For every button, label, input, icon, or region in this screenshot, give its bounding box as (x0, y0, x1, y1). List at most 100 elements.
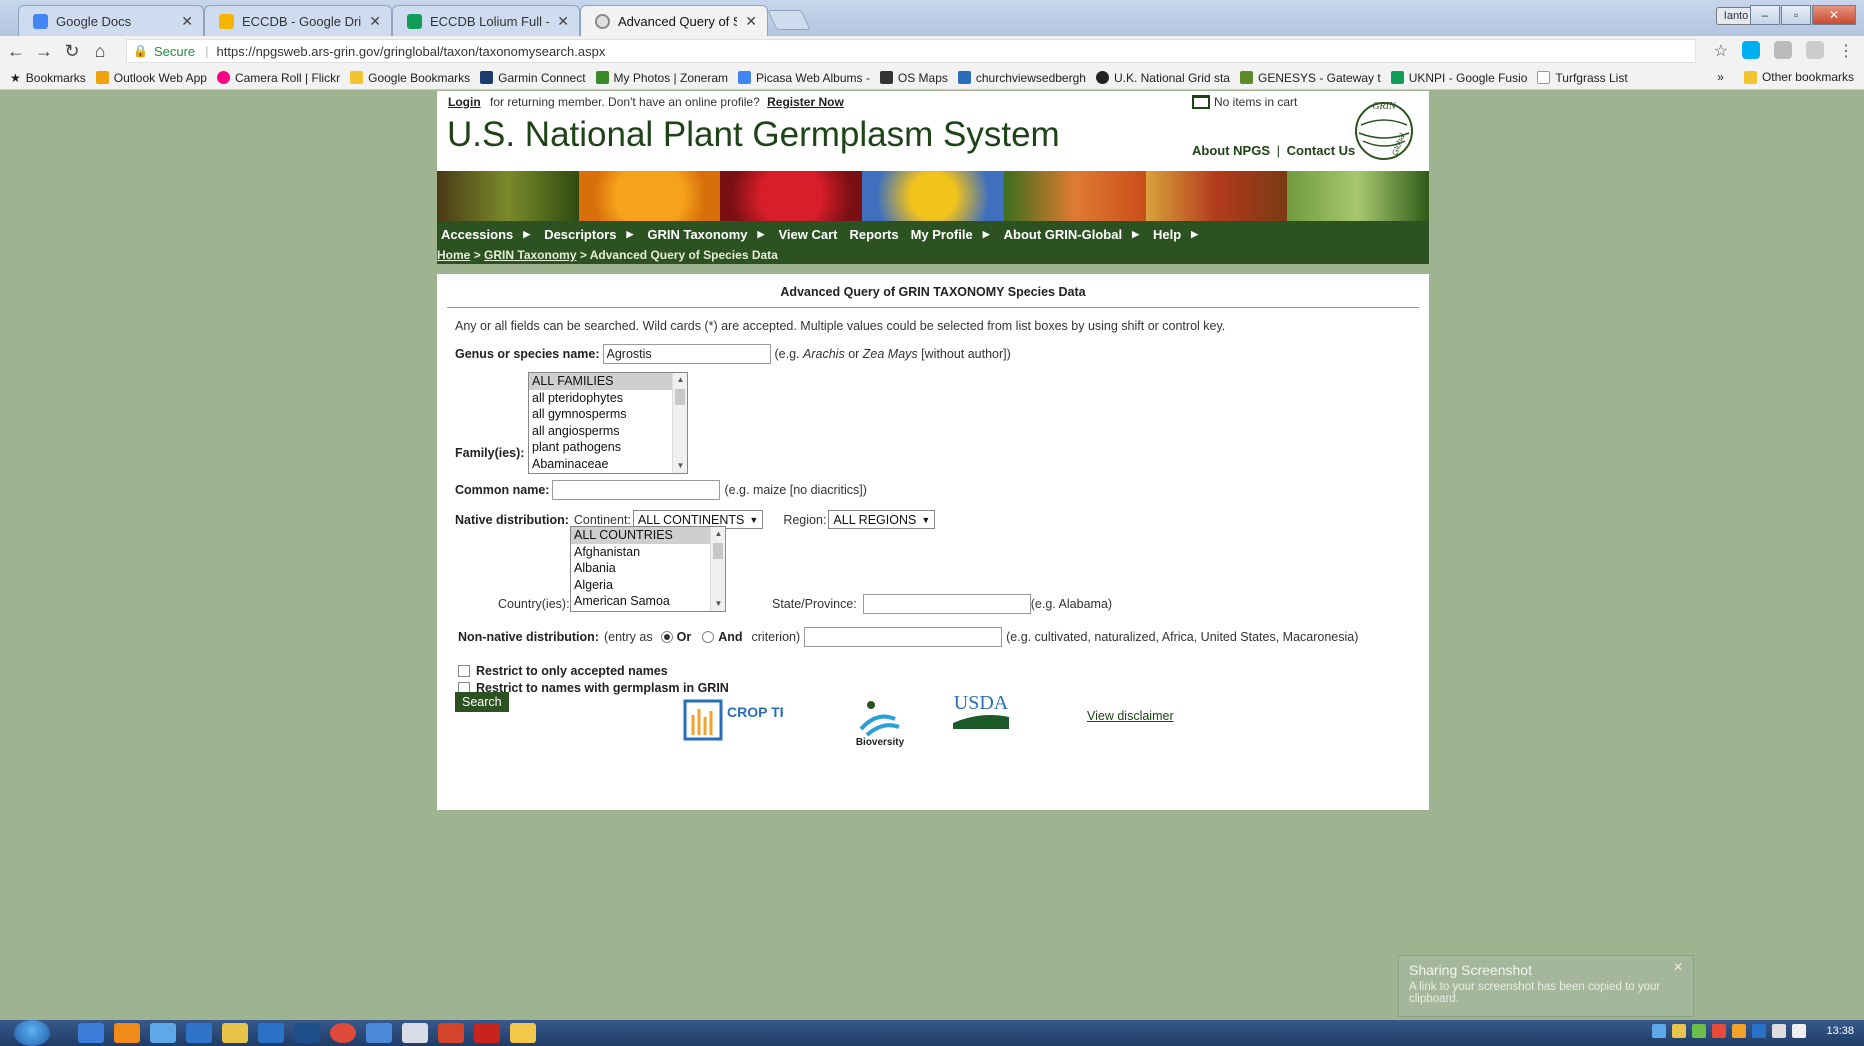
photos-icon[interactable] (150, 1023, 176, 1043)
bookmark-item[interactable]: OS Maps (879, 71, 948, 85)
chrome-icon[interactable] (330, 1023, 356, 1043)
back-icon[interactable]: ← (4, 41, 28, 62)
list-item[interactable]: Algeria (571, 577, 725, 594)
common-name-input[interactable] (552, 480, 721, 500)
nav-reports[interactable]: Reports (849, 227, 898, 242)
bookmark-item[interactable]: Outlook Web App (95, 71, 207, 85)
about-npgs-link[interactable]: About NPGS (1192, 143, 1270, 158)
tab-advanced-query[interactable]: Advanced Query of Spec ✕ (580, 5, 768, 36)
app-icon[interactable] (186, 1023, 212, 1043)
nav-accessions[interactable]: Accessions ▶ (441, 227, 530, 242)
bookmark-item[interactable]: Google Bookmarks (350, 71, 470, 85)
scrollbar[interactable]: ▲ ▼ (710, 527, 725, 611)
close-icon[interactable]: ✕ (1673, 960, 1683, 974)
bookmark-item[interactable]: Garmin Connect (480, 71, 586, 85)
tray-icon[interactable] (1652, 1024, 1667, 1038)
notepad-icon[interactable] (402, 1023, 428, 1043)
breadcrumb-home[interactable]: Home (437, 248, 470, 262)
app-icon[interactable] (510, 1023, 536, 1043)
bookmark-item[interactable]: GENESYS - Gateway t (1239, 71, 1381, 85)
nav-help[interactable]: Help ▶ (1153, 227, 1198, 242)
country-listbox[interactable]: ALL COUNTRIES Afghanistan Albania Algeri… (570, 526, 726, 612)
volume-icon[interactable] (1792, 1024, 1807, 1038)
outlook-icon[interactable] (258, 1023, 284, 1043)
network-icon[interactable] (1772, 1024, 1787, 1038)
scroll-up-icon[interactable]: ▲ (711, 527, 725, 541)
bookmark-item[interactable]: Picasa Web Albums - (738, 71, 870, 85)
restrict-accepted-checkbox[interactable] (458, 665, 470, 677)
nav-view-cart[interactable]: View Cart (778, 227, 837, 242)
tab-eccdb-lolium[interactable]: ECCDB Lolium Full - Goo ✕ (392, 5, 580, 36)
nav-descriptors[interactable]: Descriptors ▶ (544, 227, 633, 242)
scroll-down-icon[interactable]: ▼ (673, 459, 687, 473)
nonnative-input[interactable] (804, 627, 1003, 647)
region-select[interactable]: ALL REGIONS ▼ (828, 510, 936, 529)
login-link[interactable]: Login (448, 95, 481, 109)
bookmark-item[interactable]: U.K. National Grid sta (1095, 71, 1230, 85)
close-icon[interactable]: ✕ (745, 13, 757, 30)
list-item[interactable]: all gymnosperms (529, 406, 687, 423)
nav-grin-taxonomy[interactable]: GRIN Taxonomy ▶ (647, 227, 764, 242)
family-listbox[interactable]: ALL FAMILIES all pteridophytes all gymno… (528, 372, 688, 474)
reload-icon[interactable]: ↻ (60, 41, 84, 62)
close-window-button[interactable]: ✕ (1812, 5, 1856, 25)
bookmark-item[interactable]: Turfgrass List (1537, 71, 1628, 85)
star-icon[interactable]: ☆ (1714, 41, 1728, 61)
view-disclaimer-link[interactable]: View disclaimer (1087, 709, 1174, 723)
cart-status[interactable]: No items in cart (1192, 95, 1297, 109)
scroll-down-icon[interactable]: ▼ (711, 597, 725, 611)
close-icon[interactable]: ✕ (369, 13, 381, 30)
tab-google-docs[interactable]: Google Docs ✕ (18, 5, 204, 36)
state-input[interactable] (862, 594, 1031, 614)
bookmark-item[interactable]: My Photos | Zoneram (595, 71, 728, 85)
close-icon[interactable]: ✕ (181, 13, 193, 30)
scroll-thumb[interactable] (675, 389, 685, 405)
tray-icon[interactable] (1732, 1024, 1747, 1038)
folder-icon[interactable] (222, 1023, 248, 1043)
genus-input[interactable] (602, 344, 771, 364)
nav-about-grin-global[interactable]: About GRIN-Global ▶ (1004, 227, 1139, 242)
bookmark-item[interactable]: UKNPI - Google Fusio (1390, 71, 1527, 85)
forward-icon[interactable]: → (32, 41, 56, 62)
ie-icon[interactable] (78, 1023, 104, 1043)
or-radio[interactable] (660, 631, 673, 643)
url-input[interactable]: 🔒 Secure | https://npgsweb.ars-grin.gov/… (126, 39, 1696, 63)
tray-icon[interactable] (1712, 1024, 1727, 1038)
tray-icon[interactable] (1752, 1024, 1767, 1038)
close-icon[interactable]: ✕ (557, 13, 569, 30)
menu-icon[interactable]: ⋮ (1838, 41, 1854, 61)
list-item[interactable]: Abaminaceae (529, 456, 687, 473)
bookmark-item[interactable]: Camera Roll | Flickr (216, 71, 340, 85)
list-item[interactable]: Afghanistan (571, 544, 725, 561)
extension-icon[interactable] (1774, 41, 1792, 59)
mail-icon[interactable] (294, 1023, 320, 1043)
bookmark-item[interactable]: ★ Bookmarks (10, 71, 86, 85)
list-item[interactable]: American Samoa (571, 593, 725, 610)
tab-eccdb-drive[interactable]: ECCDB - Google Drive ✕ (204, 5, 392, 36)
tray-icon[interactable] (1692, 1024, 1707, 1038)
tray-icon[interactable] (1672, 1024, 1687, 1038)
contact-us-link[interactable]: Contact Us (1287, 143, 1356, 158)
skype-extension-icon[interactable] (1742, 41, 1760, 59)
list-item[interactable]: Albania (571, 560, 725, 577)
powerpoint-icon[interactable] (438, 1023, 464, 1043)
scroll-up-icon[interactable]: ▲ (673, 373, 687, 387)
list-item[interactable]: plant pathogens (529, 439, 687, 456)
home-icon[interactable]: ⌂ (88, 41, 112, 62)
register-link[interactable]: Register Now (767, 95, 844, 109)
media-icon[interactable] (114, 1023, 140, 1043)
acrobat-icon[interactable] (474, 1023, 500, 1043)
other-bookmarks[interactable]: Other bookmarks (1743, 70, 1854, 84)
more-bookmarks-button[interactable]: » (1717, 70, 1724, 84)
and-radio[interactable] (702, 631, 715, 643)
breadcrumb-taxonomy[interactable]: GRIN Taxonomy (484, 248, 576, 262)
new-tab-button[interactable] (767, 10, 811, 30)
extension-icon[interactable] (1806, 41, 1824, 59)
list-item[interactable]: all pteridophytes (529, 390, 687, 407)
list-item[interactable]: ALL FAMILIES (529, 373, 687, 390)
list-item[interactable]: all angiosperms (529, 423, 687, 440)
scroll-thumb[interactable] (713, 543, 723, 559)
app-icon[interactable] (366, 1023, 392, 1043)
bookmark-item[interactable]: churchviewsedbergh (957, 71, 1086, 85)
nav-my-profile[interactable]: My Profile ▶ (911, 227, 990, 242)
